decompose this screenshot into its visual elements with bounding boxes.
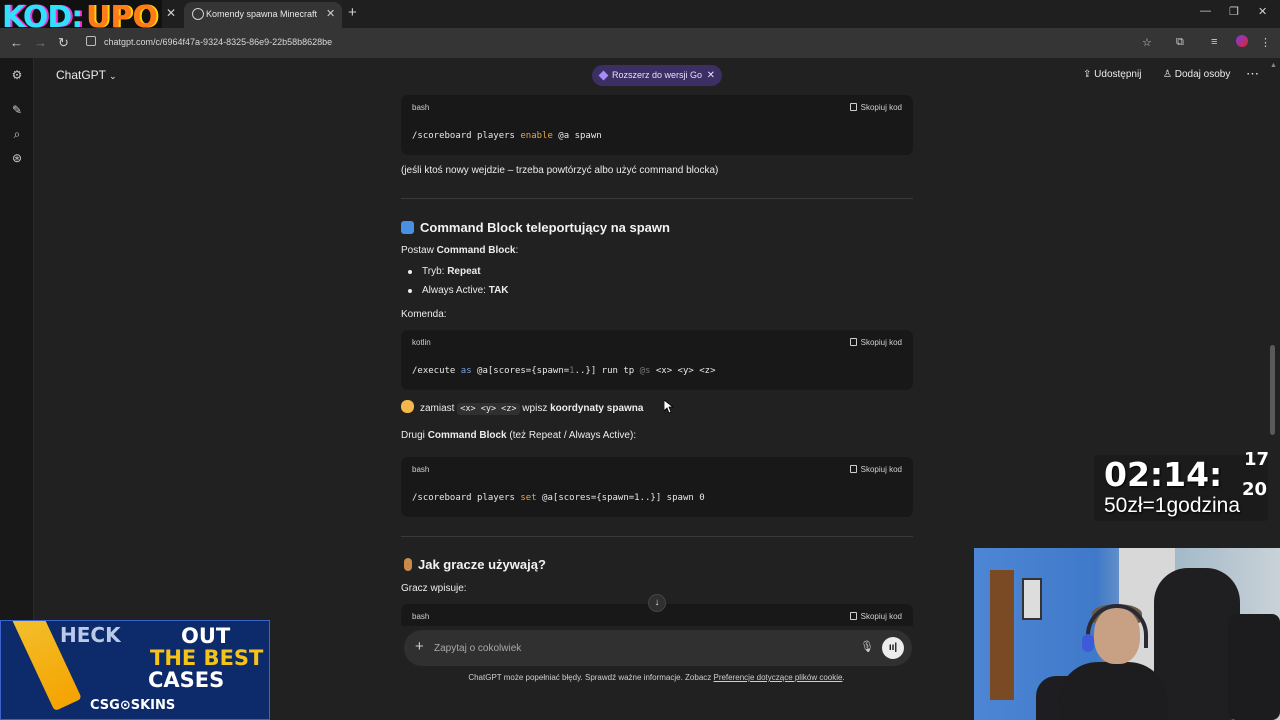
section-heading: Jak gracze używają? — [401, 557, 546, 572]
webcam-overlay — [974, 548, 1280, 720]
close-window-icon[interactable]: ✕ — [1258, 5, 1267, 18]
timer-seconds-top: 17 — [1244, 449, 1270, 470]
code-language: bash — [412, 103, 430, 112]
tab-title: Komendy spawna Minecraft — [206, 9, 318, 19]
copy-code-button[interactable]: Skopiuj kod — [849, 465, 902, 474]
code-line: /scoreboard players enable @a spawn — [412, 131, 602, 141]
chatgpt-logo-icon[interactable]: ⚙ — [10, 68, 24, 82]
code-line: /scoreboard players set @a[scores={spawn… — [412, 493, 705, 503]
logo-text-left: KOD: — [2, 0, 83, 30]
extensions-icon[interactable]: ⧉ — [1176, 36, 1184, 49]
star-icon[interactable]: ☆ — [1142, 36, 1152, 49]
section-heading: Command Block teleportujący na spawn — [401, 220, 670, 235]
paragraph: Postaw Command Block: — [401, 245, 519, 256]
restore-icon[interactable]: ❐ — [1229, 5, 1239, 18]
more-options-icon[interactable]: ⋯ — [1246, 66, 1259, 82]
timer-seconds-bottom: 20 — [1242, 479, 1268, 500]
profile-avatar[interactable] — [1236, 35, 1248, 47]
forward-icon[interactable]: → — [34, 35, 47, 50]
add-people-label: Dodaj osoby — [1174, 69, 1231, 80]
voice-mode-button[interactable]: ıı| — [882, 637, 904, 659]
tab-chatgpt[interactable]: Komendy spawna Minecraft ✕ — [184, 2, 342, 28]
search-icon[interactable]: ⌕ — [10, 127, 24, 141]
stream-logo-overlay: KOD: UPO — [0, 0, 162, 30]
copy-icon — [849, 103, 857, 111]
scroll-up-arrow-icon[interactable]: ▲ — [1270, 62, 1277, 69]
browser-tab-bar: KOD: UPO ✕ Komendy spawna Minecraft ✕ + … — [0, 0, 1280, 30]
copy-code-button[interactable]: Skopiuj kod — [849, 612, 902, 621]
share-label: Udostępnij — [1094, 69, 1142, 80]
paragraph: Gracz wpisuje: — [401, 583, 467, 594]
copy-icon — [849, 338, 857, 346]
copy-code-button[interactable]: Skopiuj kod — [849, 338, 902, 347]
code-block: bash Skopiuj kod /scoreboard players set… — [401, 457, 913, 517]
code-block: bash Skopiuj kod /scoreboard players ena… — [401, 95, 913, 155]
code-language: bash — [412, 612, 430, 621]
list-item: Always Active: TAK — [422, 285, 509, 296]
divider — [401, 198, 913, 199]
pointing-hand-emoji-icon — [401, 400, 414, 413]
model-selector[interactable]: ChatGPT ⌄ — [56, 68, 117, 82]
cookie-preferences-link[interactable]: Preferencje dotyczące plików cookie — [713, 673, 842, 682]
subathon-timer-overlay: 02:14: 17 20 50zł=1godzina — [1094, 449, 1269, 521]
url-field[interactable]: chatgpt.com/c/6964f47a-9324-8325-86e9-22… — [104, 37, 332, 47]
copy-code-button[interactable]: Skopiuj kod — [849, 103, 902, 112]
code-block: kotlin Skopiuj kod /execute as @a[scores… — [401, 330, 913, 390]
person-icon: ♙ — [1163, 69, 1172, 80]
scrollbar-thumb[interactable] — [1270, 345, 1275, 435]
library-icon[interactable]: ⊛ — [10, 151, 24, 165]
sponsor-ad-overlay: HECK OUT THE BEST CASES CSG⊙SKINS — [0, 620, 270, 720]
scroll-to-bottom-button[interactable]: ↓ — [648, 594, 666, 612]
code-language: bash — [412, 465, 430, 474]
address-bar: ← → ↻ chatgpt.com/c/6964f47a-9324-8325-8… — [0, 28, 1280, 58]
upgrade-label: Rozszerz do wersji Go — [612, 70, 703, 80]
prompt-input[interactable] — [434, 639, 834, 657]
list-item: Tryb: Repeat — [422, 266, 481, 277]
copy-label: Skopiuj kod — [860, 338, 902, 347]
microphone-icon[interactable]: 🎙 — [860, 640, 874, 653]
new-tab-icon[interactable]: + — [348, 4, 357, 21]
bullet-dot — [408, 289, 412, 293]
number-4-emoji-icon — [401, 221, 414, 234]
chevron-down-icon: ⌄ — [109, 71, 117, 81]
code-line: /execute as @a[scores={spawn=1..}] run t… — [412, 366, 716, 376]
reload-icon[interactable]: ↻ — [58, 35, 69, 51]
copy-icon — [849, 465, 857, 473]
copy-label: Skopiuj kod — [860, 612, 902, 621]
minimize-icon[interactable]: — — [1200, 5, 1211, 17]
media-icon[interactable]: ≡ — [1211, 36, 1217, 48]
copy-label: Skopiuj kod — [860, 465, 902, 474]
tab-close-icon[interactable]: ✕ — [166, 6, 176, 20]
share-button[interactable]: ⇪ Udostępnij — [1083, 69, 1141, 80]
timer-text: 02:14: — [1104, 455, 1223, 494]
timer-subtitle: 50zł=1godzina — [1104, 494, 1241, 517]
new-chat-icon[interactable]: ✎ — [10, 103, 24, 117]
person-standing-emoji-icon — [404, 558, 412, 571]
menu-icon[interactable]: ⋮ — [1260, 36, 1271, 49]
site-info-icon[interactable] — [86, 36, 96, 46]
back-icon[interactable]: ← — [10, 35, 23, 50]
code-language: kotlin — [412, 338, 431, 347]
copy-label: Skopiuj kod — [860, 103, 902, 112]
plus-icon[interactable]: + — [415, 638, 424, 655]
copy-icon — [849, 612, 857, 620]
composer: + 🎙 ıı| — [404, 630, 912, 666]
share-icon: ⇪ — [1083, 69, 1092, 80]
upgrade-button[interactable]: Rozszerz do wersji Go ✕ — [592, 65, 722, 86]
app-title: ChatGPT — [56, 68, 106, 82]
add-people-button[interactable]: ♙ Dodaj osoby — [1163, 69, 1230, 80]
mouse-cursor-icon — [664, 400, 674, 414]
gem-icon — [598, 70, 609, 81]
paragraph-note: (jeśli ktoś nowy wejdzie – trzeba powtór… — [401, 165, 719, 176]
bullet-dot — [408, 270, 412, 274]
logo-text-right: UPO — [86, 0, 158, 30]
paragraph: Komenda: — [401, 309, 447, 320]
paragraph-hint: zamiast <x> <y> <z> wpisz koordynaty spa… — [401, 400, 643, 415]
close-icon[interactable]: ✕ — [707, 65, 715, 86]
tab-close-icon[interactable]: ✕ — [326, 7, 335, 20]
paragraph: Drugi Command Block (też Repeat / Always… — [401, 430, 637, 441]
divider — [401, 536, 913, 537]
chatgpt-favicon-icon — [192, 8, 204, 20]
